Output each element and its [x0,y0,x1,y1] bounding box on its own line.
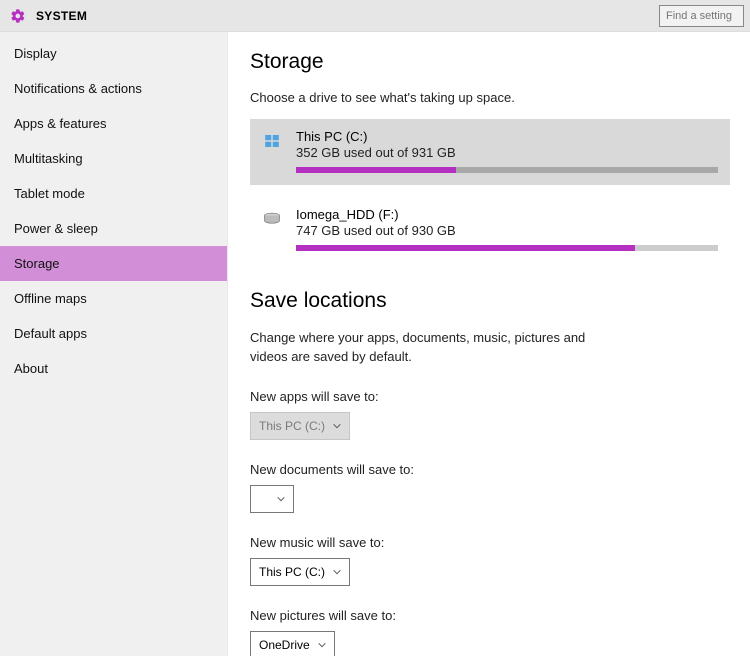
sidebar-item-about[interactable]: About [0,351,227,386]
save-location-row: New music will save to: This PC (C:) [250,535,730,586]
hdd-icon [262,209,282,229]
chevron-down-icon [332,421,342,431]
sidebar: DisplayNotifications & actionsApps & fea… [0,32,228,656]
sidebar-item-display[interactable]: Display [0,36,227,71]
save-location-row: New pictures will save to: OneDrive [250,608,730,656]
save-location-label: New music will save to: [250,535,730,550]
sidebar-item-offline-maps[interactable]: Offline maps [0,281,227,316]
sidebar-item-default-apps[interactable]: Default apps [0,316,227,351]
drive-usage-bar [296,245,718,251]
save-location-select: This PC (C:) [250,412,350,440]
select-value: This PC (C:) [259,419,325,433]
main-content: Storage Choose a drive to see what's tak… [228,32,750,656]
chevron-down-icon [317,640,327,650]
gear-icon [10,8,26,24]
chevron-down-icon [332,567,342,577]
select-value: This PC (C:) [259,565,325,579]
windows-drive-icon [262,131,282,151]
drive-usage-bar [296,167,718,173]
save-location-row: New documents will save to: [250,462,730,513]
drive-name: This PC (C:) [296,129,718,144]
drive-item[interactable]: This PC (C:)352 GB used out of 931 GB [250,119,730,185]
drive-usage: 747 GB used out of 930 GB [296,223,718,238]
save-location-label: New pictures will save to: [250,608,730,623]
sidebar-item-apps-features[interactable]: Apps & features [0,106,227,141]
save-location-label: New apps will save to: [250,389,730,404]
save-location-row: New apps will save to: This PC (C:) [250,389,730,440]
drive-usage: 352 GB used out of 931 GB [296,145,718,160]
page-title: Storage [250,50,730,74]
sidebar-item-notifications-actions[interactable]: Notifications & actions [0,71,227,106]
save-location-select[interactable] [250,485,294,513]
page-subtitle: Choose a drive to see what's taking up s… [250,90,730,105]
sidebar-item-power-sleep[interactable]: Power & sleep [0,211,227,246]
select-value: OneDrive [259,638,310,652]
save-locations-description: Change where your apps, documents, music… [250,329,610,367]
save-location-select[interactable]: OneDrive [250,631,335,656]
sidebar-item-multitasking[interactable]: Multitasking [0,141,227,176]
header-bar: SYSTEM [0,0,750,32]
save-location-label: New documents will save to: [250,462,730,477]
header-title: SYSTEM [36,9,87,23]
sidebar-item-tablet-mode[interactable]: Tablet mode [0,176,227,211]
save-locations-title: Save locations [250,289,730,313]
drive-item[interactable]: Iomega_HDD (F:)747 GB used out of 930 GB [250,197,730,263]
save-location-select[interactable]: This PC (C:) [250,558,350,586]
sidebar-item-storage[interactable]: Storage [0,246,227,281]
search-input[interactable] [659,5,744,27]
drive-name: Iomega_HDD (F:) [296,207,718,222]
chevron-down-icon [276,494,286,504]
